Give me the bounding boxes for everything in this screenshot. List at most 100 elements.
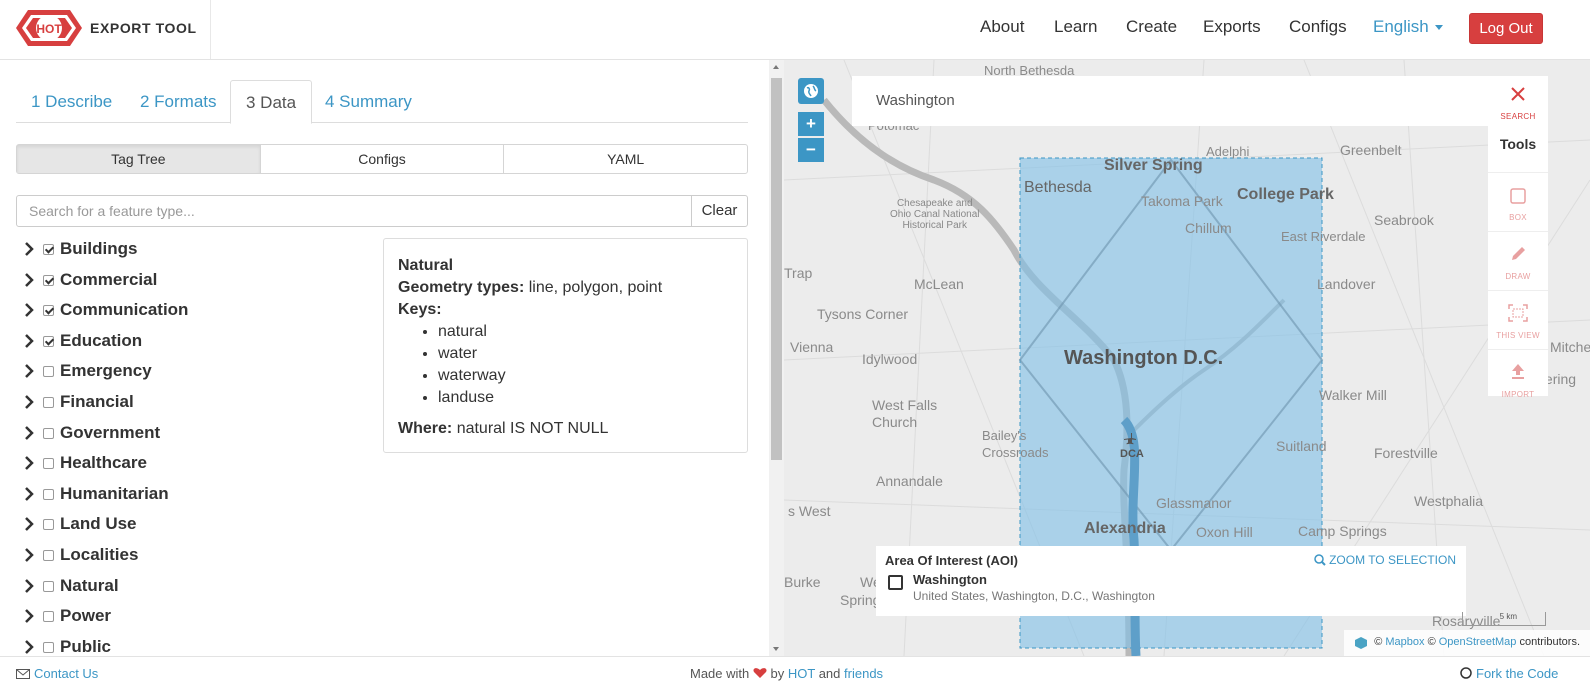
tab-formats[interactable]: 2 Formats <box>125 80 232 123</box>
chevron-right-icon[interactable] <box>24 242 34 256</box>
tag-tree-label: Land Use <box>60 514 137 534</box>
location-search-input[interactable]: Washington <box>852 76 1488 126</box>
contact-link[interactable]: Contact Us <box>16 666 98 681</box>
map-scale-bar: 5 km <box>1462 612 1546 626</box>
tag-checkbox[interactable] <box>43 458 54 470</box>
feature-info-panel: Natural Geometry types: line, polygon, p… <box>383 238 748 453</box>
chevron-right-icon[interactable] <box>24 548 34 562</box>
tab-summary[interactable]: 4 Summary <box>310 80 427 123</box>
tag-tree-label: Financial <box>60 392 134 411</box>
logout-button[interactable]: Log Out <box>1469 13 1543 44</box>
key-item: natural <box>438 321 733 343</box>
chevron-right-icon[interactable] <box>24 456 34 471</box>
draw-tool-button[interactable]: DRAW <box>1488 231 1548 289</box>
feature-search-input[interactable]: Search for a feature type... <box>16 195 692 227</box>
friends-link[interactable]: friends <box>844 666 883 681</box>
tag-checkbox[interactable] <box>43 305 54 317</box>
tag-checkbox[interactable] <box>43 397 54 408</box>
this-view-tool-button[interactable]: THIS VIEW <box>1488 290 1548 348</box>
tag-tree-label: Emergency <box>60 361 152 381</box>
box-icon <box>1510 188 1526 204</box>
left-panel-scrollbar[interactable] <box>769 60 784 656</box>
mapbox-link[interactable]: Mapbox <box>1385 636 1424 648</box>
tab-data[interactable]: 3 Data <box>230 80 313 124</box>
map-label: Silver Spring <box>1104 157 1203 174</box>
openstreetmap-link[interactable]: OpenStreetMap <box>1439 636 1517 648</box>
configs-button[interactable]: Configs <box>261 145 505 173</box>
chevron-right-icon[interactable] <box>24 517 34 532</box>
basemap-button[interactable] <box>798 78 824 104</box>
map-label: Takoma Park <box>1141 193 1223 209</box>
feature-info-name: Natural <box>398 257 454 274</box>
data-mode-switch: Tag Tree Configs YAML <box>16 144 748 174</box>
tag-checkbox[interactable] <box>43 580 54 592</box>
nav-create[interactable]: Create <box>1126 17 1177 37</box>
chevron-right-icon[interactable] <box>24 395 34 409</box>
chevron-right-icon[interactable] <box>24 609 34 624</box>
nav-configs[interactable]: Configs <box>1289 17 1347 37</box>
tag-checkbox[interactable] <box>43 335 54 347</box>
chevron-right-icon[interactable] <box>24 425 34 440</box>
map-label: Trap <box>784 265 813 281</box>
tag-checkbox[interactable] <box>43 244 54 255</box>
tag-checkbox[interactable] <box>43 427 54 439</box>
zoom-in-button[interactable]: + <box>798 112 824 136</box>
scroll-up-icon[interactable] <box>773 65 779 69</box>
tag-tree-label: Education <box>60 330 143 350</box>
box-tool-button[interactable]: BOX <box>1488 172 1548 230</box>
map-label: Greenbelt <box>1340 142 1402 158</box>
map-attribution: © Mapbox © OpenStreetMap contributors. <box>1344 630 1590 656</box>
tag-tree-button[interactable]: Tag Tree <box>17 145 261 173</box>
chevron-right-icon[interactable] <box>24 364 34 379</box>
tools-heading: Tools <box>1499 136 1537 152</box>
tag-checkbox[interactable] <box>43 641 54 653</box>
tag-checkbox[interactable] <box>43 550 54 561</box>
keys-list: natural water waterway landuse <box>438 321 733 409</box>
nav-exports[interactable]: Exports <box>1203 17 1261 37</box>
zoom-to-selection-button[interactable]: ZOOM TO SELECTION <box>1314 553 1456 567</box>
key-item: landuse <box>438 387 733 409</box>
brand[interactable]: HOT EXPORT TOOL <box>0 0 211 59</box>
tag-checkbox[interactable] <box>43 519 54 531</box>
chevron-right-icon[interactable] <box>24 272 34 287</box>
tag-checkbox[interactable] <box>43 611 54 623</box>
nav-about[interactable]: About <box>980 17 1024 37</box>
search-tool-button[interactable]: SEARCH <box>1488 76 1548 134</box>
attribution-separator: © <box>1427 636 1436 648</box>
made-with-label: Made with <box>690 666 750 681</box>
chevron-right-icon[interactable] <box>24 639 34 654</box>
tag-checkbox[interactable] <box>43 488 54 500</box>
map-label: Alexandria <box>1084 520 1166 537</box>
map-label: Idylwood <box>862 351 918 367</box>
language-dropdown[interactable]: English <box>1373 17 1443 37</box>
fork-link[interactable]: Fork the Code <box>1460 666 1558 681</box>
fork-label: Fork the Code <box>1476 666 1559 681</box>
aoi-checkbox[interactable] <box>888 575 903 590</box>
map-label: East Riverdale <box>1281 229 1366 244</box>
chevron-right-icon[interactable] <box>24 303 34 318</box>
aoi-panel: Area Of Interest (AOI) ZOOM TO SELECTION… <box>876 546 1466 616</box>
map-label: College Park <box>1237 186 1334 203</box>
yaml-button[interactable]: YAML <box>504 145 747 173</box>
tag-tree-label: Commercial <box>60 269 158 289</box>
chevron-right-icon[interactable] <box>24 486 34 501</box>
hot-link[interactable]: HOT <box>788 666 815 681</box>
map-label: Washington D.C. <box>1064 347 1224 369</box>
chevron-right-icon[interactable] <box>24 333 34 348</box>
map-label: Vienna <box>790 339 834 355</box>
tab-describe[interactable]: 1 Describe <box>16 80 127 123</box>
scroll-thumb[interactable] <box>771 78 782 460</box>
tag-tree-label: Healthcare <box>60 453 147 473</box>
nav-learn[interactable]: Learn <box>1054 17 1097 37</box>
tag-checkbox[interactable] <box>43 274 54 286</box>
zoom-out-button[interactable]: − <box>798 138 824 162</box>
import-tool-button[interactable]: IMPORT <box>1488 349 1548 407</box>
clear-search-button[interactable]: Clear <box>691 195 748 227</box>
map-view[interactable]: North Bethesda Potomac Adelphi Greenbelt… <box>784 60 1590 656</box>
map-label-line: Ohio Canal National <box>890 209 980 220</box>
chevron-right-icon[interactable] <box>24 578 34 593</box>
draw-tool-label: DRAW <box>1505 272 1531 281</box>
tag-checkbox[interactable] <box>43 366 54 378</box>
scroll-down-icon[interactable] <box>773 647 779 651</box>
map-label-line: Church <box>872 414 918 430</box>
